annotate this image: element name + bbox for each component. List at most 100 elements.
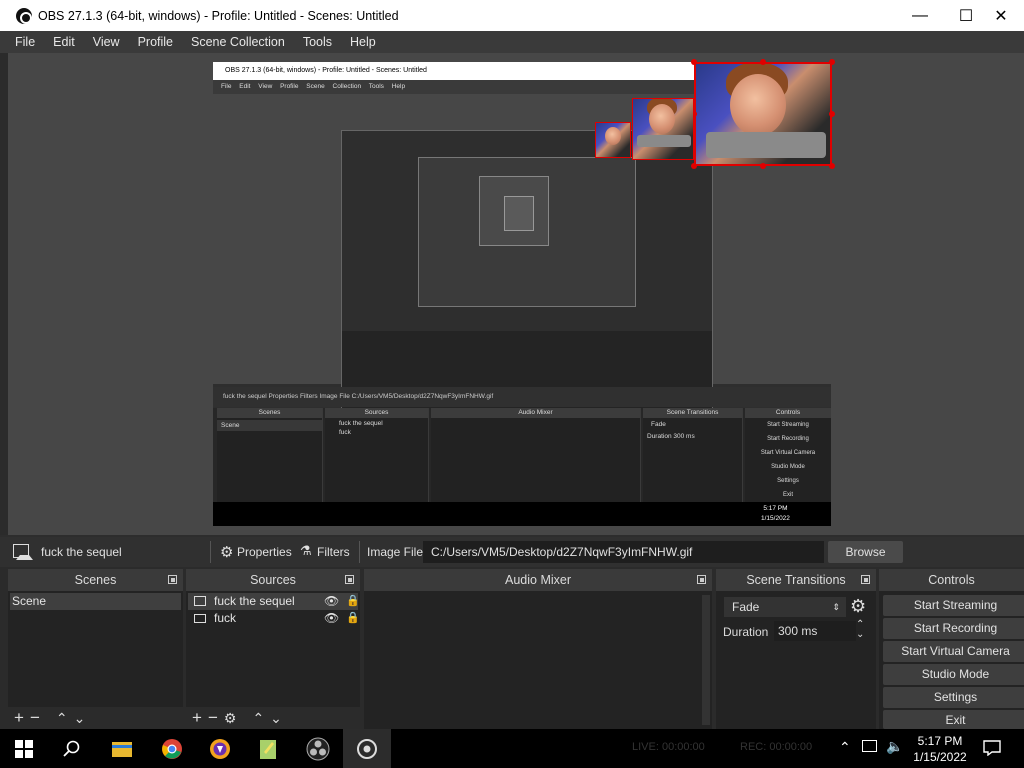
brave-button[interactable] <box>196 729 244 768</box>
start-recording-button[interactable]: Start Recording <box>883 618 1024 639</box>
gif-source-small <box>595 122 631 158</box>
notepad-button[interactable] <box>244 729 292 768</box>
notification-icon[interactable] <box>983 740 1001 756</box>
chrome-button[interactable] <box>148 729 196 768</box>
start-streaming-button[interactable]: Start Streaming <box>883 595 1024 616</box>
move-up-icon[interactable]: ⌃ <box>56 710 68 727</box>
remove-icon[interactable]: − <box>30 708 40 728</box>
remove-icon[interactable]: − <box>208 708 218 728</box>
window-title: OBS 27.1.3 (64-bit, windows) - Profile: … <box>38 8 399 23</box>
filters-button[interactable]: Filters <box>317 545 350 559</box>
mixer-scrollbar[interactable] <box>702 595 710 725</box>
obs-icon <box>306 737 330 760</box>
file-explorer-button[interactable] <box>98 729 146 768</box>
move-up-icon[interactable]: ⌃ <box>252 710 264 727</box>
close-button[interactable]: ✕ <box>978 0 1024 31</box>
gif-source-large[interactable] <box>694 62 832 166</box>
scenes-dock: Scenes Scene + − ⌃ ⌄ <box>8 569 183 729</box>
source-row[interactable]: fuck 👁 🔒 <box>188 610 360 627</box>
scene-item[interactable]: Scene <box>10 593 181 610</box>
obs-window-button[interactable] <box>343 729 391 768</box>
menu-view[interactable]: View <box>84 35 129 49</box>
add-icon[interactable]: + <box>192 708 202 728</box>
float-icon[interactable] <box>697 575 706 584</box>
menu-help[interactable]: Help <box>341 35 385 49</box>
menu-profile[interactable]: Profile <box>129 35 182 49</box>
source-label: fuck the sequel <box>214 594 295 608</box>
chevron-up-icon[interactable]: ⌃ <box>839 739 851 756</box>
float-icon[interactable] <box>861 575 870 584</box>
gif-source-medium <box>632 98 694 160</box>
capture-toolbar: fuck the sequel Properties Filters Image… <box>213 387 831 407</box>
obs-logo-icon <box>16 7 32 24</box>
chrome-icon <box>162 738 182 759</box>
menu-scene-collection[interactable]: Scene Collection <box>182 35 294 49</box>
start-virtual-camera-button[interactable]: Start Virtual Camera <box>883 641 1024 662</box>
source-label: fuck <box>214 611 237 625</box>
menu-file[interactable]: File <box>6 35 44 49</box>
menu-tools[interactable]: Tools <box>294 35 341 49</box>
controls-header: Controls <box>928 573 975 587</box>
exit-button[interactable]: Exit <box>883 710 1024 729</box>
taskbar: LIVE: 00:00:00 REC: 00:00:00 ⌃ 🔈 5:17 PM… <box>0 729 1024 768</box>
lock-icon[interactable]: 🔒 <box>346 593 360 610</box>
chevron-updown-icon: ⇕ <box>832 602 840 612</box>
duration-field[interactable]: 300 ms <box>774 621 856 641</box>
audio-mixer-header: Audio Mixer <box>505 573 571 587</box>
monitor-icon <box>194 614 206 623</box>
live-status: LIVE: 00:00:00 <box>632 741 705 753</box>
menu-bar: File Edit View Profile Scene Collection … <box>0 31 1024 53</box>
obs-icon-active <box>357 738 377 759</box>
windows-icon <box>15 739 33 758</box>
folder-icon <box>112 741 132 757</box>
studio-mode-button[interactable]: Studio Mode <box>883 664 1024 685</box>
scenes-header: Scenes <box>74 573 117 587</box>
eye-icon[interactable]: 👁 <box>324 593 339 610</box>
capture-taskbar: 5:17 PM 1/15/2022 <box>213 502 831 526</box>
volume-muted-icon[interactable]: 🔈 <box>886 738 903 755</box>
float-icon[interactable] <box>168 575 177 584</box>
search-button[interactable] <box>48 729 96 768</box>
float-icon[interactable] <box>345 575 354 584</box>
source-name: fuck the sequel <box>41 545 122 559</box>
clock[interactable]: 5:17 PM 1/15/2022 <box>906 733 974 765</box>
clock-time: 5:17 PM <box>917 734 963 748</box>
start-button[interactable] <box>0 729 48 768</box>
gear-icon[interactable]: ⚙ <box>850 596 866 617</box>
eye-icon[interactable]: 👁 <box>324 610 339 627</box>
menu-edit[interactable]: Edit <box>44 35 84 49</box>
capture-docks: Scenes Scene Sources fuck the sequel fuck A… <box>213 408 831 503</box>
image-file-label: Image File <box>367 545 424 559</box>
sources-footer: + − ⚙ ⌃ ⌄ <box>186 707 360 729</box>
transition-select[interactable]: Fade ⇕ <box>724 597 846 617</box>
lock-icon[interactable]: 🔒 <box>346 610 360 627</box>
browse-button[interactable]: Browse <box>828 541 903 563</box>
scenes-footer: + − ⌃ ⌄ <box>8 707 183 729</box>
audio-mixer-dock: Audio Mixer <box>364 569 712 729</box>
minimize-button[interactable]: — <box>897 0 943 31</box>
image-icon <box>194 596 206 606</box>
stepper-down-icon[interactable]: ⌄ <box>856 629 864 640</box>
capture-nested-window <box>341 130 713 412</box>
clock-date: 1/15/2022 <box>913 750 967 764</box>
capture-nested-window-2 <box>418 157 636 307</box>
image-source-icon <box>13 544 33 560</box>
image-path-field[interactable]: C:/Users/VM5/Desktop/d2Z7NqwF3yImFNHW.gi… <box>423 541 824 563</box>
gear-icon[interactable]: ⚙ <box>224 710 237 727</box>
scene-transitions-dock: Scene Transitions Fade ⇕ ⚙ Duration 300 … <box>716 569 876 729</box>
sources-dock: Sources fuck the sequel 👁 🔒 fuck 👁 🔒 + −… <box>186 569 360 729</box>
title-bar: OBS 27.1.3 (64-bit, windows) - Profile: … <box>0 0 1024 31</box>
duration-label: Duration <box>723 625 769 639</box>
properties-button[interactable]: Properties <box>237 545 292 559</box>
network-icon[interactable] <box>862 740 877 752</box>
add-icon[interactable]: + <box>14 708 24 728</box>
filters-icon: ⚗ <box>300 543 312 558</box>
obs-taskbar-button[interactable] <box>294 729 342 768</box>
source-row[interactable]: fuck the sequel 👁 🔒 <box>188 593 360 610</box>
move-down-icon[interactable]: ⌄ <box>74 710 86 727</box>
settings-button[interactable]: Settings <box>883 687 1024 708</box>
brave-icon <box>210 738 230 759</box>
move-down-icon[interactable]: ⌄ <box>270 710 282 727</box>
rec-status: REC: 00:00:00 <box>740 741 813 753</box>
gear-icon: ⚙ <box>220 544 234 561</box>
